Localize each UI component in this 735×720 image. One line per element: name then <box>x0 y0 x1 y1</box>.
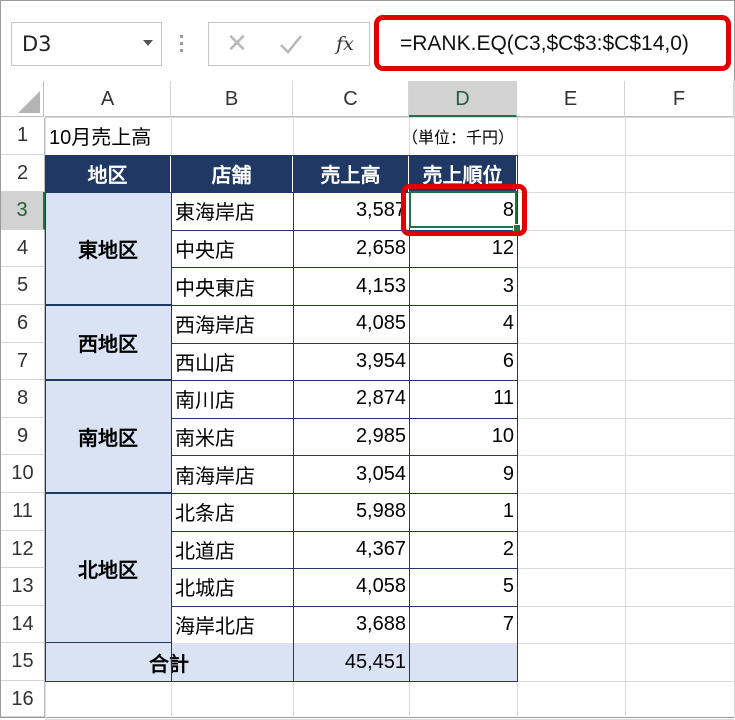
store-name-cell[interactable]: 西海岸店 <box>171 305 293 343</box>
sales-cell[interactable]: 5,988 <box>293 493 409 531</box>
sales-cell[interactable]: 3,587 <box>293 192 409 230</box>
row-header-14[interactable]: 14 <box>1 605 45 644</box>
rank-cell[interactable]: 9 <box>409 455 517 493</box>
row-header-15[interactable]: 15 <box>1 643 45 681</box>
store-name-cell[interactable]: 南海岸店 <box>171 455 293 493</box>
row-header-6[interactable]: 6 <box>1 305 45 343</box>
column-header-a[interactable]: A <box>45 81 171 117</box>
store-name-cell[interactable]: 西山店 <box>171 343 293 381</box>
row-header-5[interactable]: 5 <box>1 267 45 305</box>
sales-cell[interactable]: 4,085 <box>293 305 409 343</box>
rank-cell[interactable]: 4 <box>409 305 517 343</box>
store-name-cell[interactable]: 中央店 <box>171 230 293 268</box>
rank-cell[interactable]: 5 <box>409 568 517 606</box>
sales-cell[interactable]: 4,153 <box>293 267 409 305</box>
column-header-b[interactable]: B <box>171 81 293 117</box>
rank-cell[interactable]: 6 <box>409 343 517 381</box>
gridline-vertical <box>625 81 626 718</box>
row-header-11[interactable]: 11 <box>1 493 45 531</box>
row-header-9[interactable]: 9 <box>1 417 45 456</box>
row-header-16[interactable]: 16 <box>1 681 45 717</box>
sales-cell[interactable]: 2,874 <box>293 380 409 418</box>
row-header-13[interactable]: 13 <box>1 568 45 606</box>
store-name-cell[interactable]: 東海岸店 <box>171 192 293 230</box>
table-border <box>171 154 172 681</box>
sales-cell[interactable]: 2,658 <box>293 230 409 268</box>
table-border <box>45 380 171 382</box>
sheet-title[interactable]: 10月売上高 <box>45 117 293 155</box>
sales-cell[interactable]: 4,058 <box>293 568 409 606</box>
sales-cell[interactable]: 3,954 <box>293 343 409 381</box>
row-header-1[interactable]: 1 <box>1 117 45 155</box>
region-cell[interactable]: 西地区 <box>45 305 171 381</box>
row-header-2[interactable]: 2 <box>1 154 45 193</box>
table-border <box>45 681 518 682</box>
table-header-store[interactable]: 店舗 <box>171 154 293 193</box>
store-name-cell[interactable]: 中央東店 <box>171 267 293 305</box>
column-header-f[interactable]: F <box>625 81 734 117</box>
table-header-sales[interactable]: 売上高 <box>293 154 409 193</box>
region-cell[interactable]: 北地区 <box>45 493 171 644</box>
sales-cell[interactable]: 3,054 <box>293 455 409 493</box>
rank-cell[interactable]: 10 <box>409 418 517 456</box>
table-border <box>45 305 171 306</box>
highlight-box <box>401 184 527 236</box>
rank-cell[interactable]: 2 <box>409 531 517 569</box>
region-cell[interactable]: 南地区 <box>45 380 171 493</box>
table-border <box>45 154 518 156</box>
row-header-12[interactable]: 12 <box>1 530 45 569</box>
gridline-horizontal <box>45 718 734 720</box>
row-header-4[interactable]: 4 <box>1 229 45 268</box>
rank-cell[interactable]: 7 <box>409 606 517 644</box>
total-label[interactable]: 合計 <box>45 643 293 681</box>
column-header-d[interactable]: D <box>409 81 517 117</box>
row-header-8[interactable]: 8 <box>1 380 45 418</box>
table-border <box>45 493 171 494</box>
table-border <box>45 154 46 681</box>
store-name-cell[interactable]: 海岸北店 <box>171 606 293 644</box>
unit-label[interactable]: （単位：千円） <box>293 117 517 155</box>
sales-cell[interactable]: 2,985 <box>293 418 409 456</box>
store-name-cell[interactable]: 南米店 <box>171 418 293 456</box>
row-header-10[interactable]: 10 <box>1 455 45 493</box>
rank-cell[interactable]: 1 <box>409 493 517 531</box>
total-value[interactable]: 45,451 <box>293 643 409 681</box>
store-name-cell[interactable]: 南川店 <box>171 380 293 418</box>
sales-cell[interactable]: 3,688 <box>293 606 409 644</box>
store-name-cell[interactable]: 北道店 <box>171 531 293 569</box>
total-rank-empty[interactable] <box>409 643 517 681</box>
column-header-e[interactable]: E <box>517 81 625 117</box>
store-name-cell[interactable]: 北条店 <box>171 493 293 531</box>
select-all-corner[interactable] <box>1 81 44 117</box>
store-name-cell[interactable]: 北城店 <box>171 568 293 606</box>
worksheet-grid[interactable]: A B C D E F 1 2 3 4 5 6 7 8 9 10 11 12 13 14 15 16 10月売上高 （単位：千… <box>0 0 735 720</box>
sales-cell[interactable]: 4,367 <box>293 531 409 569</box>
table-header-region[interactable]: 地区 <box>45 154 171 193</box>
rank-cell[interactable]: 3 <box>409 267 517 305</box>
column-header-c[interactable]: C <box>293 81 409 117</box>
rank-cell[interactable]: 11 <box>409 380 517 418</box>
row-header-7[interactable]: 7 <box>1 342 45 381</box>
row-header-3[interactable]: 3 <box>1 192 45 230</box>
region-cell[interactable]: 東地区 <box>45 192 171 305</box>
table-border <box>293 154 294 681</box>
